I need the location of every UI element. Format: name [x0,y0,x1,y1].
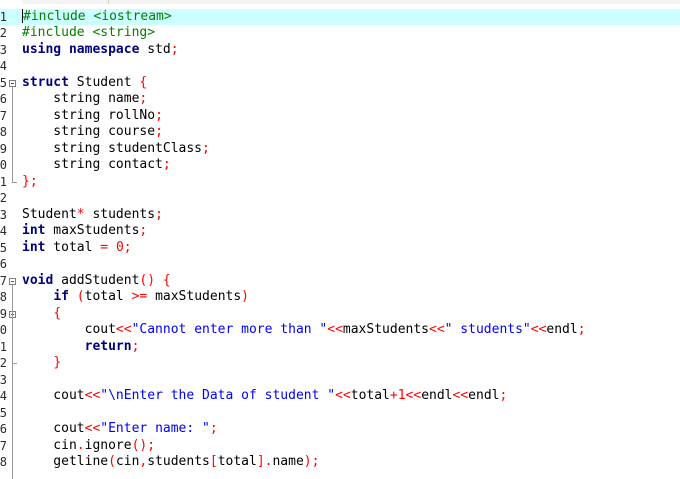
code-text[interactable]: #include <iostream> [22,9,172,26]
line-number: 9 [0,306,7,321]
line-number: 0 [0,158,7,172]
code-line[interactable]: 6 cout<<"Enter name: "; [0,421,680,438]
fold-guide-end [12,181,17,183]
line-number: 6 [0,422,7,436]
code-text[interactable]: cout<<"Cannot enter more than "<<maxStud… [22,322,586,339]
code-line[interactable]: 5 [0,405,680,422]
code-line[interactable]: 7 cin.ignore(); [0,438,680,455]
code-line[interactable]: 8 getline(cin,students[total].name); [0,454,680,471]
line-number: 8 [0,290,7,304]
line-number: 2 [0,191,7,205]
line-number: 3 [0,207,7,222]
line-number: 0 [0,323,7,337]
code-text[interactable]: void addStudent() { [22,273,171,290]
line-number: 2 [0,26,7,40]
code-line[interactable]: 3 Student* students; [0,207,680,224]
code-line[interactable]: 7 void addStudent() { [0,273,680,290]
code-line[interactable]: 2 #include <string> [0,25,680,42]
code-line[interactable]: 8 if (total >= maxStudents) [0,289,680,306]
line-number: 1 [0,174,7,189]
code-text[interactable]: cin.ignore(); [22,438,155,455]
code-editor[interactable]: 1 #include <iostream> 2 #include <string> 3 u… [0,0,680,479]
line-number: 8 [0,455,7,469]
code-line[interactable]: 6 string name; [0,91,680,108]
code-text[interactable]: string rollNo; [22,108,163,125]
code-text[interactable]: } [22,355,61,372]
code-text[interactable]: cout<<"Enter name: "; [22,421,217,438]
code-text[interactable]: using namespace std; [22,42,179,59]
code-text[interactable]: string name; [22,91,147,108]
line-number: 3 [0,372,7,387]
fold-guide [12,317,13,363]
line-number: 2 [0,356,7,370]
code-text[interactable]: #include <string> [22,25,155,42]
line-number: 4 [0,224,7,238]
line-number: 7 [0,438,7,453]
code-line[interactable]: 7 string rollNo; [0,108,680,125]
code-line[interactable]: 5 struct Student { [0,75,680,92]
code-text[interactable]: Student* students; [22,207,163,224]
code-line[interactable]: 3 [0,372,680,389]
code-line[interactable]: 8 string course; [0,124,680,141]
line-number: 1 [0,9,7,24]
line-number: 5 [0,405,7,420]
fold-guide [12,284,13,479]
tab-strip [0,0,680,4]
code-line[interactable]: 4 cout<<"\nEnter the Data of student "<<… [0,388,680,405]
code-text[interactable]: string studentClass; [22,141,210,158]
code-text[interactable]: return; [22,339,140,356]
code-line[interactable]: 9 { [0,306,680,323]
line-number: 9 [0,141,7,156]
code-line[interactable]: 9 string studentClass; [0,141,680,158]
fold-guide [12,86,13,182]
line-number: 3 [0,42,7,57]
code-text[interactable]: }; [22,174,38,191]
line-number: 5 [0,75,7,90]
code-line[interactable]: 1 return; [0,339,680,356]
code-line[interactable]: 0 cout<<"Cannot enter more than "<<maxSt… [0,322,680,339]
code-line[interactable]: 5 int total = 0; [0,240,680,257]
code-text[interactable]: if (total >= maxStudents) [22,289,249,306]
code-line[interactable]: 2 [0,190,680,207]
code-text[interactable]: { [22,306,61,323]
code-text[interactable]: int total = 0; [22,240,132,257]
line-number: 8 [0,125,7,139]
line-number: 5 [0,240,7,255]
code-text[interactable]: cout<<"\nEnter the Data of student "<<to… [22,388,507,405]
fold-toggle-icon[interactable] [9,277,16,285]
code-line[interactable]: 3 using namespace std; [0,42,680,59]
line-number: 6 [0,92,7,106]
code-line[interactable]: 6 [0,256,680,273]
fold-guide-end [12,363,17,364]
line-number: 6 [0,257,7,271]
line-number: 1 [0,339,7,354]
code-line[interactable]: 0 string contact; [0,157,680,174]
code-line[interactable]: 2 } [0,355,680,372]
code-text[interactable]: getline(cin,students[total].name); [22,454,319,471]
tab-separator [108,0,109,4]
line-number: 7 [0,108,7,123]
fold-toggle-icon[interactable] [9,79,16,87]
line-number: 4 [0,59,7,73]
code-line[interactable]: 1 #include <iostream> [0,8,680,26]
line-number: 7 [0,273,7,288]
code-line[interactable]: 4 [0,58,680,75]
code-line[interactable]: 1}; [0,174,680,191]
code-text[interactable]: string course; [22,124,163,141]
line-number: 4 [0,389,7,403]
code-text[interactable]: struct Student { [22,75,147,92]
code-line[interactable]: 4 int maxStudents; [0,223,680,240]
code-text[interactable]: int maxStudents; [22,223,147,240]
code-text[interactable]: string contact; [22,157,170,174]
